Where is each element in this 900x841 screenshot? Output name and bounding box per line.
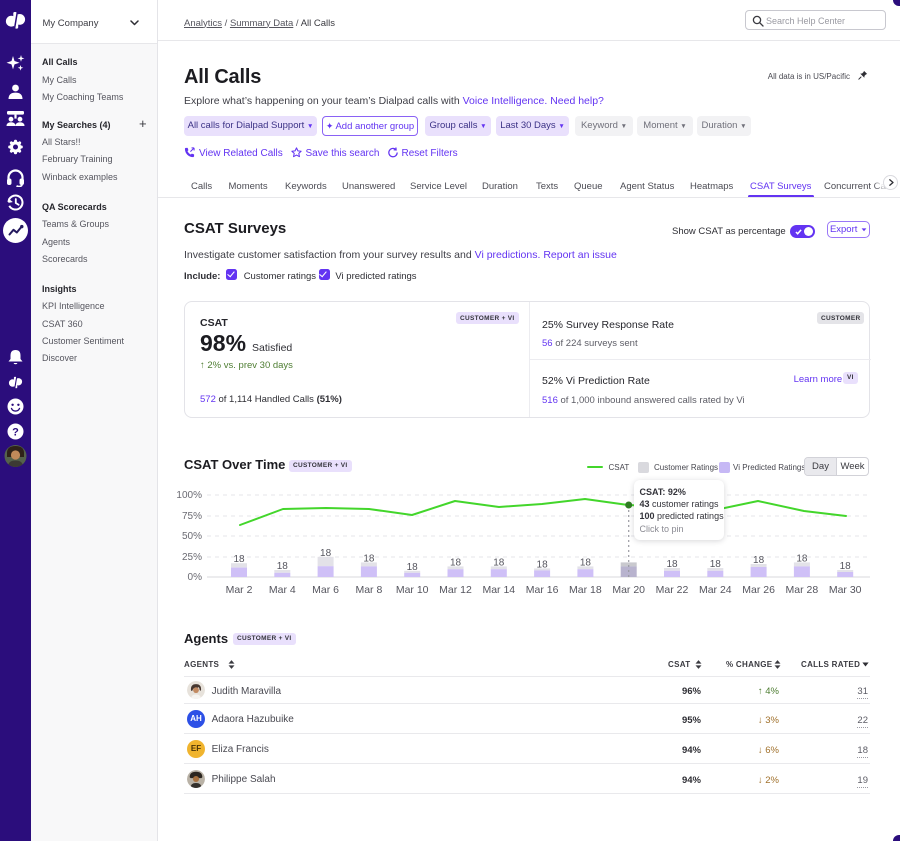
svg-text:18: 18: [580, 557, 592, 568]
svg-text:18: 18: [753, 555, 765, 566]
svg-text:100%: 100%: [177, 490, 202, 501]
svg-text:18: 18: [537, 559, 549, 570]
svg-text:18: 18: [407, 562, 419, 573]
svg-text:18: 18: [840, 561, 852, 572]
svg-text:Mar 14: Mar 14: [482, 584, 515, 596]
svg-text:25%: 25%: [182, 552, 202, 563]
svg-text:Mar 6: Mar 6: [312, 584, 339, 596]
svg-text:Mar 24: Mar 24: [699, 584, 732, 596]
svg-text:18: 18: [320, 548, 332, 559]
svg-text:Mar 4: Mar 4: [269, 584, 296, 596]
svg-text:Mar 12: Mar 12: [439, 584, 472, 596]
svg-text:?: ?: [12, 427, 19, 439]
svg-text:18: 18: [450, 557, 462, 568]
svg-text:18: 18: [493, 557, 505, 568]
svg-text:Mar 26: Mar 26: [742, 584, 775, 596]
svg-text:75%: 75%: [182, 511, 202, 522]
svg-text:18: 18: [666, 559, 678, 570]
svg-text:Mar 16: Mar 16: [526, 584, 559, 596]
svg-text:Mar 28: Mar 28: [786, 584, 819, 596]
svg-text:50%: 50%: [182, 531, 202, 542]
svg-text:18: 18: [233, 554, 245, 565]
svg-text:Mar 2: Mar 2: [226, 584, 253, 596]
svg-text:18: 18: [277, 561, 289, 572]
svg-text:Mar 30: Mar 30: [829, 584, 862, 596]
svg-text:18: 18: [710, 559, 722, 570]
svg-text:18: 18: [363, 553, 375, 564]
svg-text:18: 18: [796, 553, 808, 564]
svg-text:Mar 18: Mar 18: [569, 584, 602, 596]
svg-text:0%: 0%: [188, 572, 203, 583]
svg-text:Mar 10: Mar 10: [396, 584, 429, 596]
svg-text:Mar 8: Mar 8: [355, 584, 382, 596]
svg-text:Mar 20: Mar 20: [612, 584, 645, 596]
svg-text:Mar 22: Mar 22: [656, 584, 689, 596]
